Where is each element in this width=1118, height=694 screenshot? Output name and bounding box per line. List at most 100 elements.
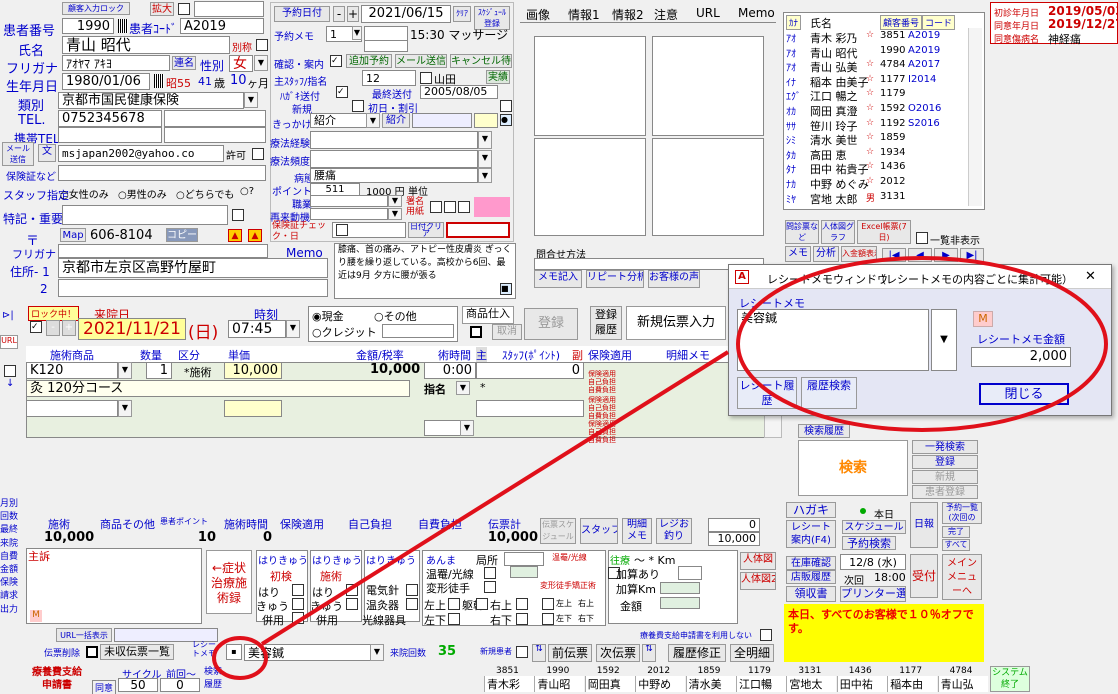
left-side-item[interactable]: 最終 bbox=[0, 522, 18, 535]
left-side-item[interactable]: 月別 bbox=[0, 496, 18, 509]
list-hide-check[interactable] bbox=[916, 232, 928, 244]
sign-check3[interactable] bbox=[458, 201, 470, 213]
nav-next-button[interactable]: ▶ bbox=[934, 248, 958, 262]
sign-check2[interactable] bbox=[444, 201, 456, 213]
list-row-id[interactable]: 1192 bbox=[880, 118, 905, 129]
row1-item[interactable]: K120 bbox=[26, 362, 118, 379]
row3-staff[interactable] bbox=[476, 400, 584, 417]
row3-item[interactable] bbox=[26, 400, 118, 417]
sign-check1[interactable] bbox=[430, 201, 442, 213]
bottom-name-text[interactable]: 田中祐 bbox=[836, 676, 887, 692]
row1-item-dropdown[interactable]: ▼ bbox=[118, 362, 132, 379]
tab-memo[interactable]: Memo bbox=[738, 6, 775, 20]
list-row-kana[interactable]: ｱｵ bbox=[786, 45, 796, 60]
list-row-name[interactable]: 青木 彩乃 bbox=[810, 30, 858, 46]
kana2-field[interactable] bbox=[58, 244, 268, 258]
tab-image[interactable]: 画像 bbox=[526, 6, 550, 23]
analysis-button[interactable]: 分析 bbox=[813, 246, 839, 262]
row1-qty[interactable]: 1 bbox=[146, 362, 172, 379]
all-list-button[interactable]: すべて bbox=[942, 539, 970, 551]
trigger-field[interactable]: 紹介 bbox=[310, 113, 374, 128]
left-side-item[interactable]: 回数 bbox=[0, 509, 18, 522]
slip-delete-icon[interactable] bbox=[86, 646, 98, 658]
deform-check[interactable] bbox=[484, 581, 496, 593]
intro-button[interactable]: 紹介 bbox=[382, 113, 410, 128]
list-row-code[interactable]: A2019 bbox=[908, 45, 940, 56]
list-row-id[interactable]: 1436 bbox=[880, 161, 905, 172]
list-row-id[interactable]: 3131 bbox=[880, 191, 905, 202]
done-button[interactable]: 実績 bbox=[486, 70, 510, 84]
mail-send2-button[interactable]: メール送信 bbox=[395, 54, 447, 68]
row2-item[interactable]: 灸 120分コース bbox=[26, 380, 410, 397]
memo-side-button[interactable]: メモ bbox=[785, 246, 811, 262]
body1-button[interactable]: 人体図 bbox=[740, 552, 776, 570]
trunk-check[interactable] bbox=[476, 598, 488, 610]
hari3-check1[interactable] bbox=[406, 584, 418, 596]
mail-send-button[interactable]: メール送信 bbox=[2, 142, 34, 166]
appt-plus-button[interactable]: + bbox=[347, 6, 359, 22]
staff-opt1[interactable]: ○女性のみ bbox=[60, 186, 109, 201]
bottom-name-text[interactable]: 稲本由 bbox=[887, 676, 938, 692]
receipt-memo-icon[interactable]: ▪ bbox=[226, 644, 242, 660]
list-row-kana[interactable]: ﾅｶ bbox=[786, 176, 796, 191]
expand-field[interactable] bbox=[194, 1, 264, 17]
expand-button[interactable]: 拡大 bbox=[150, 2, 174, 16]
joint-name-button[interactable]: 連名 bbox=[172, 56, 196, 70]
system-exit-button[interactable]: システム終了 bbox=[990, 666, 1030, 692]
kana-field[interactable]: ｱｵﾔﾏ ｱｷﾖ bbox=[62, 55, 170, 71]
list-row-kana[interactable]: ｴｸﾞ bbox=[786, 88, 801, 103]
list-row-code[interactable]: A2019 bbox=[908, 30, 940, 41]
list-row-id[interactable]: 1934 bbox=[880, 147, 905, 158]
notes-check[interactable] bbox=[232, 209, 244, 221]
popup-memo-field[interactable]: 美容鍼 bbox=[737, 309, 929, 371]
disease-dropdown[interactable]: ▼ bbox=[478, 168, 492, 183]
customer-voice-button[interactable]: お客様の声 bbox=[648, 270, 700, 288]
row3-price[interactable] bbox=[224, 400, 282, 417]
reg-change-button[interactable]: レジお釣り bbox=[656, 518, 692, 544]
bottom-name-id[interactable]: 4784 bbox=[950, 666, 973, 676]
warm-light-check[interactable] bbox=[484, 567, 496, 579]
bottom-name-id[interactable]: 3131 bbox=[798, 666, 821, 676]
trigger-dropdown[interactable]: ▼ bbox=[366, 113, 380, 128]
job-field[interactable] bbox=[310, 195, 388, 207]
add-appt-button[interactable]: 追加予約 bbox=[346, 54, 392, 68]
new-right-button[interactable]: 新規 bbox=[912, 470, 978, 484]
row4-dropdown[interactable]: ▼ bbox=[460, 420, 474, 436]
booking-list-button[interactable]: 予約一覧(次回のみ) bbox=[942, 502, 982, 524]
pay-other-radio[interactable]: ○その他 bbox=[374, 308, 417, 324]
list-row-name[interactable]: 高田 恵 bbox=[810, 147, 847, 163]
image-slot-4[interactable] bbox=[652, 138, 764, 236]
row4-time[interactable] bbox=[424, 420, 464, 436]
cancel-visit-button[interactable]: 取消 bbox=[492, 324, 522, 340]
body-graph-button[interactable]: 人体図グラフ bbox=[821, 220, 855, 244]
list-row-kana[interactable]: ｵｶ bbox=[786, 103, 796, 118]
warm3-field[interactable] bbox=[510, 566, 538, 578]
appt-date-button[interactable]: 予約日付 bbox=[274, 6, 330, 22]
popup-receipt-history-button[interactable]: レシート履歴 bbox=[737, 377, 797, 409]
visit-check[interactable]: ✓ bbox=[30, 321, 42, 333]
search-history-button[interactable]: 検索履歴 bbox=[798, 424, 850, 438]
customer-lock-button[interactable]: 顧客入力ロック bbox=[62, 2, 130, 15]
list-row-code[interactable]: S2016 bbox=[908, 118, 940, 129]
store-history-button[interactable]: 店販履歴 bbox=[786, 570, 836, 584]
no-insurance-check[interactable] bbox=[760, 629, 772, 641]
patient-code-field[interactable]: A2019 bbox=[180, 18, 264, 34]
bottom-name-id[interactable]: 1859 bbox=[698, 666, 721, 676]
bottom-name-id[interactable]: 1592 bbox=[597, 666, 620, 676]
list-row-kana[interactable]: ｼﾐ bbox=[786, 132, 796, 147]
prev-slip-button[interactable]: 前伝票 bbox=[548, 644, 592, 662]
appt-memo-num-dropdown[interactable]: ▼ bbox=[352, 26, 362, 40]
list-row-kana[interactable]: ｱｵ bbox=[786, 59, 796, 74]
tel2-field[interactable] bbox=[164, 110, 266, 127]
local-field[interactable] bbox=[504, 552, 544, 566]
register-right-button[interactable]: 登録 bbox=[912, 455, 978, 469]
hari2-check1[interactable] bbox=[346, 584, 358, 596]
history-dropdown[interactable]: ▼ bbox=[478, 131, 492, 149]
list-row-name[interactable]: 江口 暢之 bbox=[810, 88, 858, 104]
confirm-check[interactable]: ✓ bbox=[330, 55, 342, 67]
next-date-field[interactable]: 12/8 (水) bbox=[840, 554, 906, 570]
list-row-kana[interactable]: ﾀｶ bbox=[786, 147, 796, 162]
excel-button[interactable]: Excel帳票(7日) bbox=[857, 220, 911, 244]
receipt-print-button[interactable]: 領収書 bbox=[786, 586, 836, 602]
complaint-m-icon[interactable]: M bbox=[30, 610, 42, 622]
